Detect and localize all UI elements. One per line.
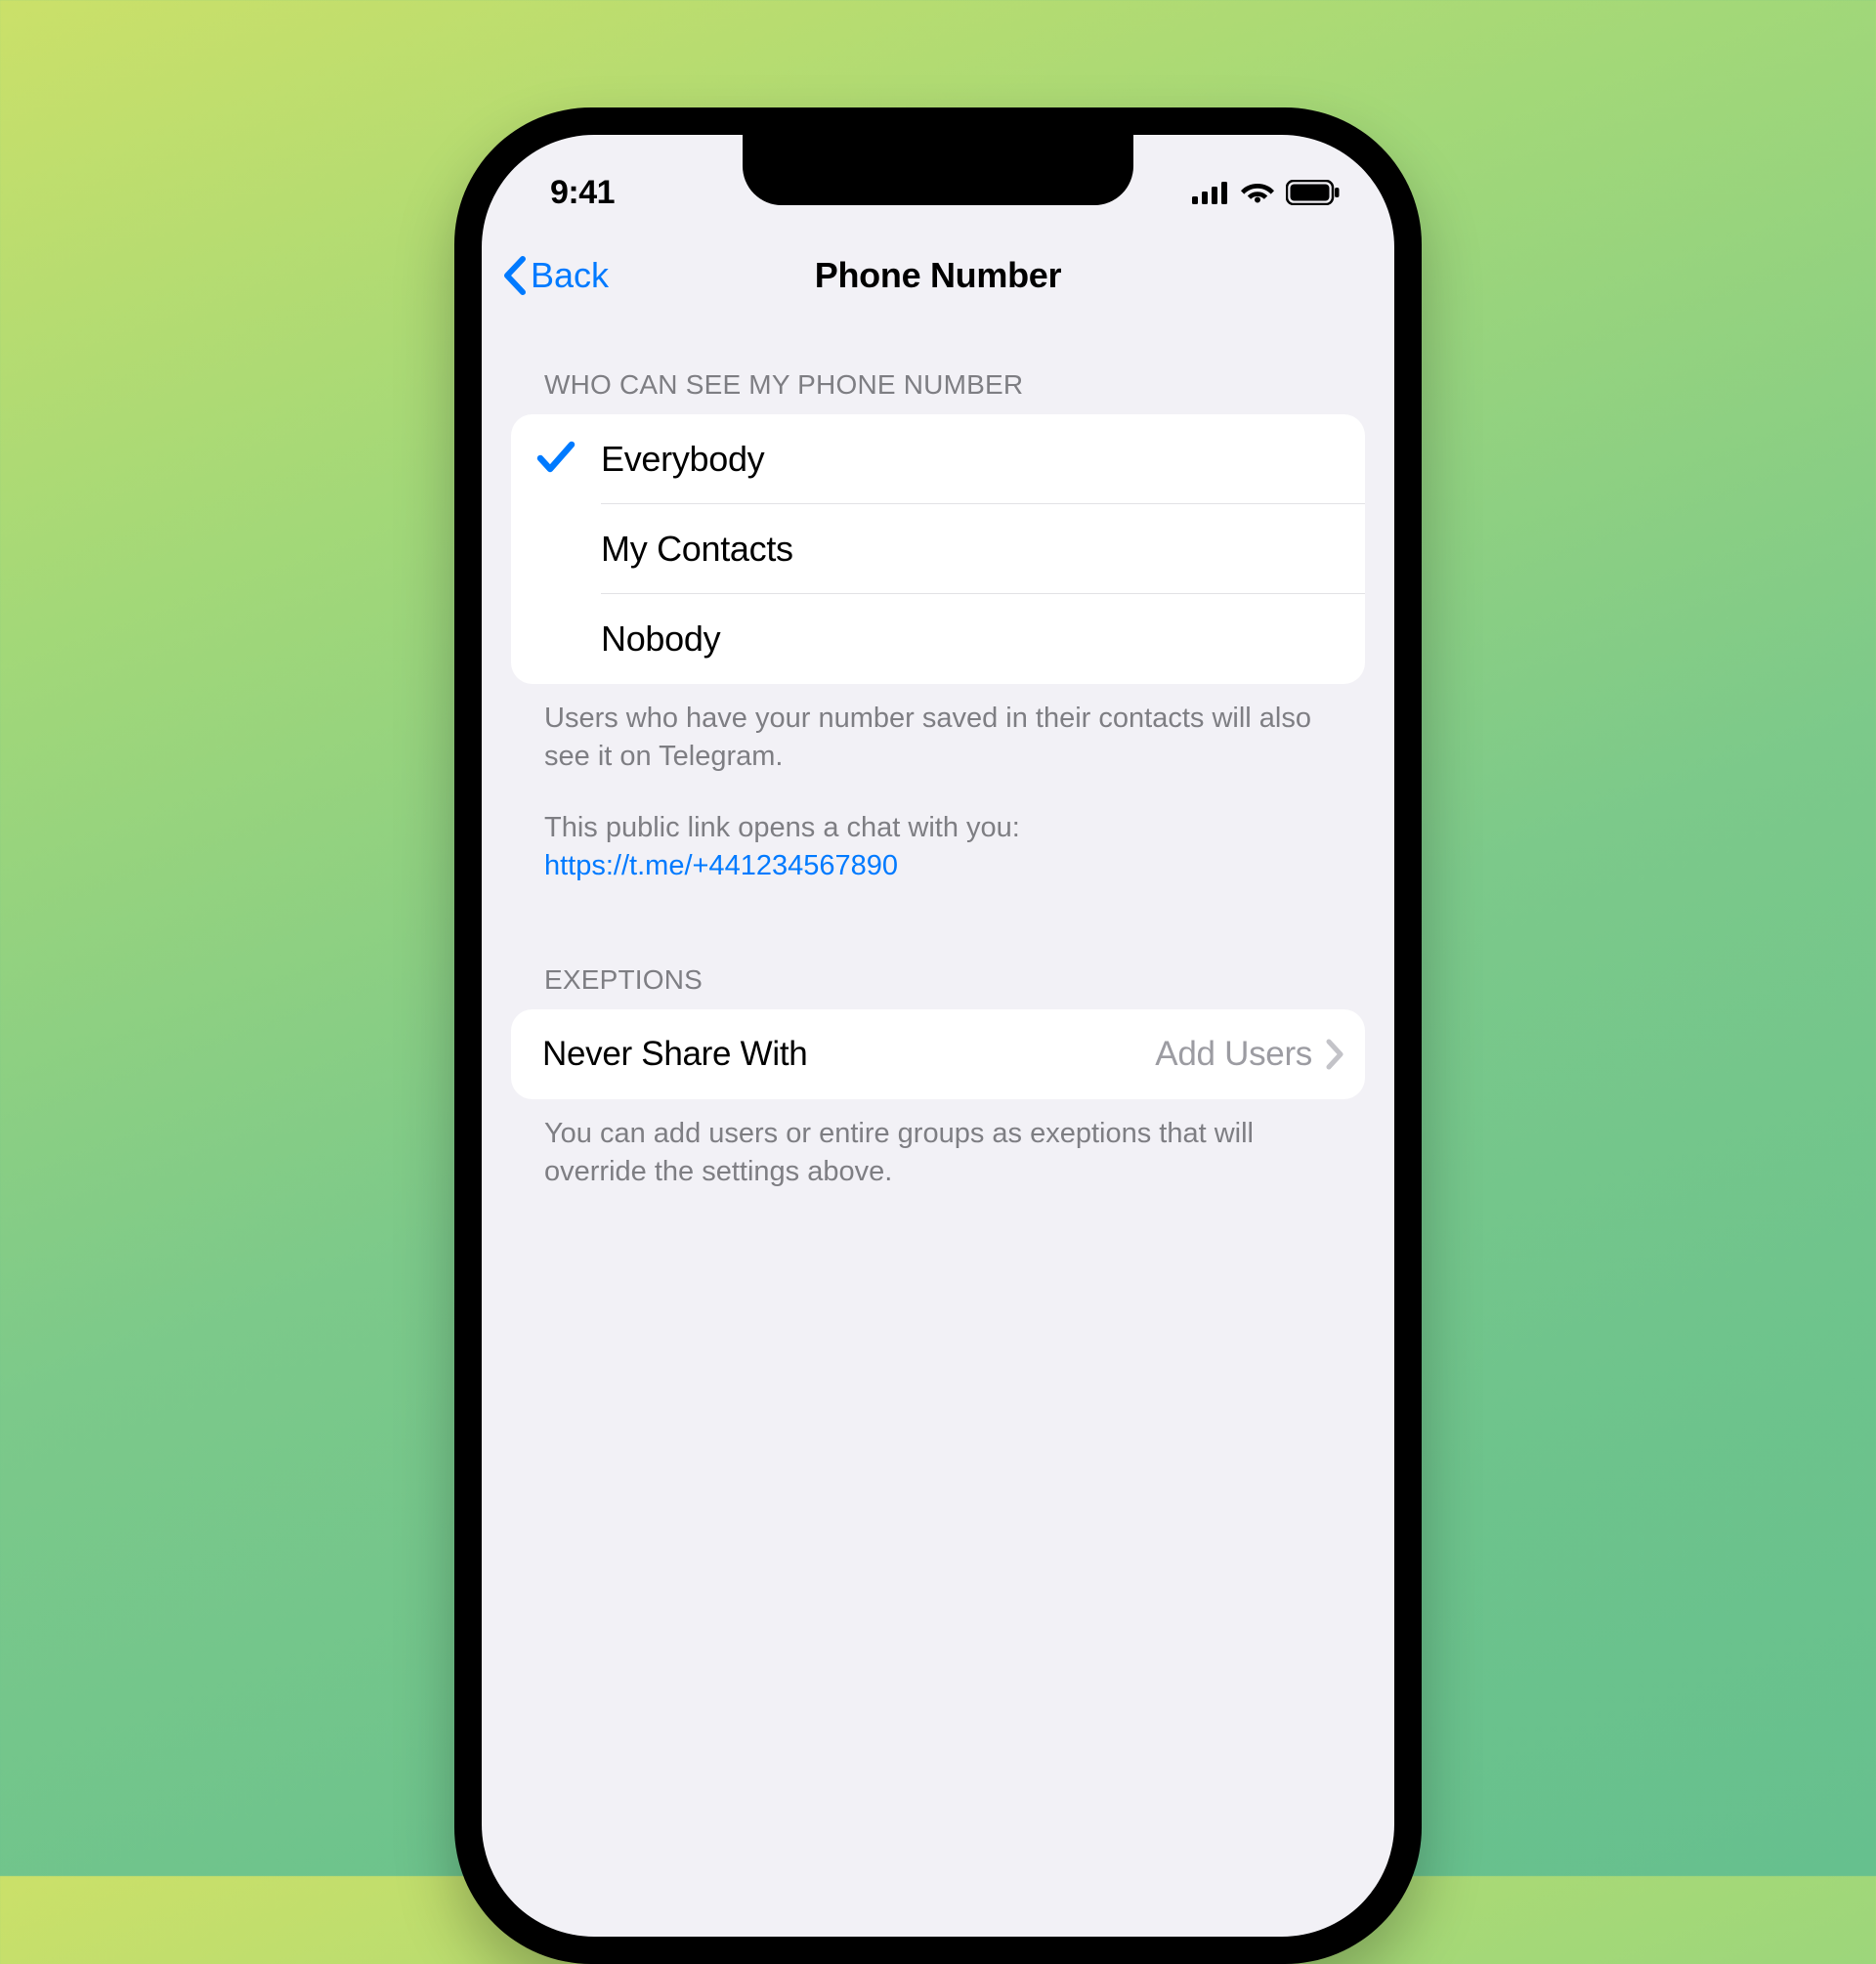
exceptions-card: Never Share With Add Users xyxy=(511,1009,1365,1099)
exceptions-footer: You can add users or entire groups as ex… xyxy=(511,1099,1365,1191)
option-label: My Contacts xyxy=(601,529,793,570)
public-link[interactable]: https://t.me/+441234567890 xyxy=(544,850,898,881)
status-indicators xyxy=(1192,180,1341,205)
chevron-left-icon xyxy=(501,255,529,296)
visibility-options-card: Everybody My Contacts Nobody xyxy=(511,414,1365,684)
section-header-visibility: WHO CAN SEE MY PHONE NUMBER xyxy=(511,319,1365,414)
option-everybody[interactable]: Everybody xyxy=(511,414,1365,504)
footer-line-1: Users who have your number saved in thei… xyxy=(544,700,1332,776)
back-button[interactable]: Back xyxy=(501,255,609,296)
section-header-exceptions: EXEPTIONS xyxy=(511,886,1365,1009)
visibility-footer: Users who have your number saved in thei… xyxy=(511,684,1365,886)
content-area: WHO CAN SEE MY PHONE NUMBER Everybody My… xyxy=(482,319,1394,1191)
exception-value: Add Users xyxy=(1155,1035,1312,1074)
cellular-icon xyxy=(1192,181,1229,204)
never-share-with-row[interactable]: Never Share With Add Users xyxy=(511,1009,1365,1099)
option-nobody[interactable]: Nobody xyxy=(511,594,1365,684)
battery-icon xyxy=(1286,180,1341,205)
back-label: Back xyxy=(531,255,609,296)
option-label: Nobody xyxy=(601,619,720,660)
page-title: Phone Number xyxy=(482,255,1394,296)
wifi-icon xyxy=(1241,181,1274,204)
checkmark-icon xyxy=(536,439,576,481)
nav-bar: Back Phone Number xyxy=(482,233,1394,319)
phone-screen: 9:41 Back Phone Number xyxy=(482,135,1394,1937)
status-time: 9:41 xyxy=(550,174,615,212)
option-label: Everybody xyxy=(601,439,764,480)
phone-frame: 9:41 Back Phone Number xyxy=(454,107,1422,1964)
exception-label: Never Share With xyxy=(542,1035,1155,1074)
option-my-contacts[interactable]: My Contacts xyxy=(511,504,1365,594)
phone-notch xyxy=(743,135,1133,205)
footer-line-2: This public link opens a chat with you: xyxy=(544,812,1020,843)
chevron-right-icon xyxy=(1326,1039,1343,1070)
